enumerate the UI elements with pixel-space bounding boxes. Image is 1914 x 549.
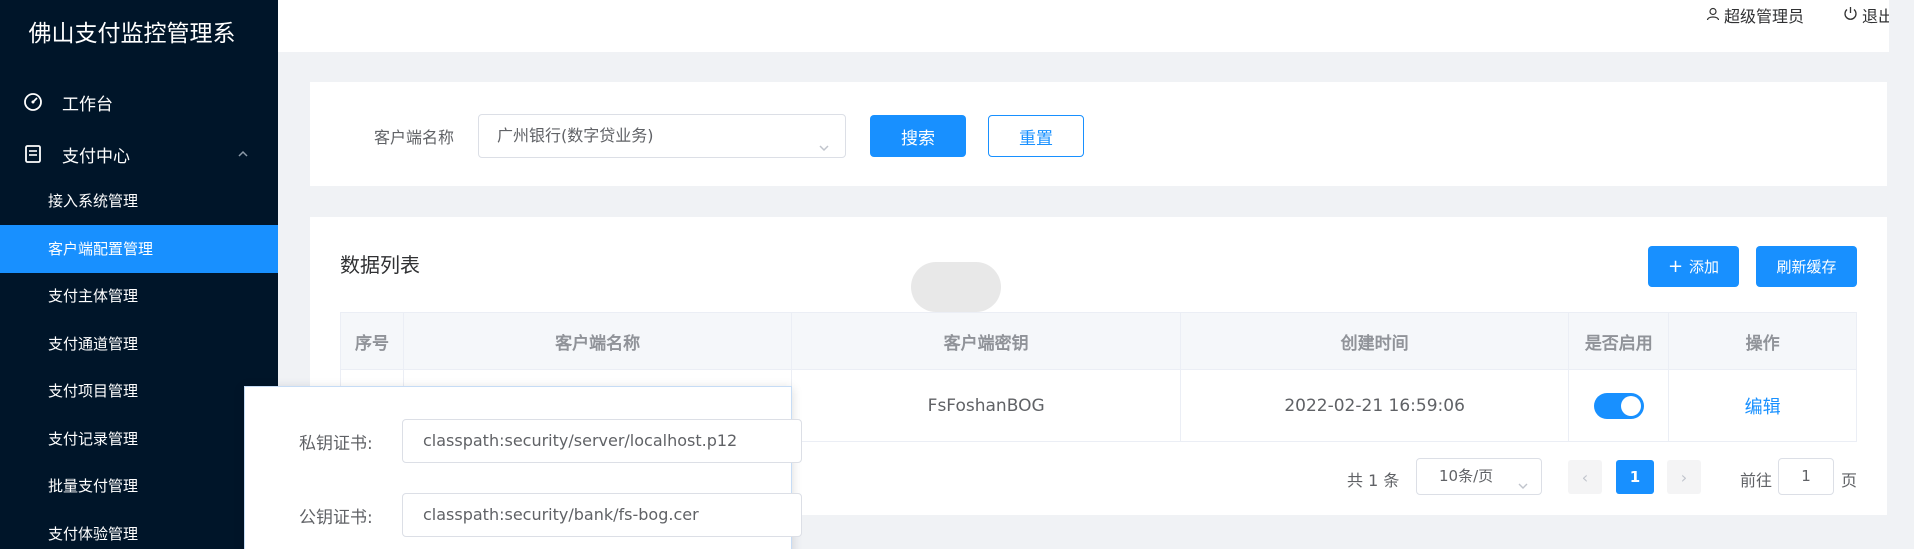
add-button[interactable]: + 添加 [1648, 246, 1739, 287]
chevron-down-icon [817, 129, 831, 171]
row-enabled-cell [1569, 370, 1670, 441]
app-title: 佛山支付监控管理系 [28, 21, 236, 47]
edit-link[interactable]: 编辑 [1745, 393, 1781, 419]
sidebar-item-payment-channel[interactable]: 支付通道管理 [0, 320, 278, 368]
prev-page-button[interactable]: ‹ [1568, 460, 1602, 494]
sidebar-item-payment-project[interactable]: 支付项目管理 [0, 367, 278, 415]
chevron-right-icon: › [1680, 467, 1688, 487]
public-cert-label: 公钥证书: [299, 508, 373, 528]
client-name-selected: 广州银行(数字贷业务) [497, 126, 654, 145]
power-icon [1843, 6, 1858, 25]
chevron-left-icon: ‹ [1581, 467, 1589, 487]
sidebar-item-payment-experience[interactable]: 支付体验管理 [0, 510, 278, 549]
page-suffix-label: 页 [1841, 471, 1858, 490]
document-icon [22, 143, 44, 165]
sidebar-item-access-system[interactable]: 接入系统管理 [0, 177, 278, 225]
column-header: 是否启用 [1569, 313, 1670, 369]
row-actions: 编辑 [1669, 370, 1856, 441]
sidebar-item-batch-payment[interactable]: 批量支付管理 [0, 462, 278, 510]
chevron-up-icon [236, 146, 250, 166]
row-created-time: 2022-02-21 16:59:06 [1181, 370, 1570, 441]
private-cert-label: 私钥证书: [299, 434, 373, 454]
top-header: 超级管理员 退出 [278, 0, 1914, 52]
chevron-down-icon [1517, 470, 1529, 505]
user-menu[interactable]: 超级管理员 [1706, 3, 1804, 27]
loading-indicator [911, 262, 1001, 312]
sidebar-item-payment-center[interactable]: 支付中心 [0, 130, 278, 178]
client-name-label: 客户端名称 [374, 128, 455, 147]
page-number-current[interactable]: 1 [1616, 460, 1654, 494]
goto-label: 前往 [1740, 471, 1773, 490]
page-size-value: 10条/页 [1439, 467, 1494, 485]
private-cert-field[interactable]: classpath:security/server/localhost.p12 [402, 419, 802, 463]
column-header: 操作 [1745, 333, 1780, 354]
plus-icon: + [1667, 255, 1684, 277]
column-header: 客户端名称 [404, 313, 793, 369]
column-header: 客户端密钥 [792, 313, 1181, 369]
user-name: 超级管理员 [1723, 7, 1804, 26]
add-button-label: 添加 [1689, 258, 1720, 276]
page-size-select[interactable]: 10条/页 [1416, 458, 1542, 495]
refresh-cache-button[interactable]: 刷新缓存 [1756, 246, 1857, 287]
column-header: 创建时间 [1181, 313, 1570, 369]
page-edge [1889, 0, 1914, 549]
sidebar-item-dashboard[interactable]: 工作台 [0, 78, 278, 126]
search-panel: 客户端名称 广州银行(数字贷业务) 搜索 重置 [310, 82, 1887, 186]
logout-button[interactable]: 退出 [1843, 3, 1894, 27]
sidebar-item-label: 工作台 [62, 94, 113, 115]
dashboard-icon [22, 91, 44, 113]
sidebar-item-payment-entity[interactable]: 支付主体管理 [0, 272, 278, 320]
user-icon [1706, 6, 1720, 25]
sidebar-item-payment-records[interactable]: 支付记录管理 [0, 415, 278, 463]
table-header: 序号 客户端名称 客户端密钥 创建时间 是否启用 操作 [340, 312, 1857, 370]
sidebar: 佛山支付监控管理系 工作台 支付中心 接入系统管理 客户端配置管理 支付主体管理… [0, 0, 278, 549]
column-header: 序号 [341, 313, 404, 369]
client-name-select[interactable]: 广州银行(数字贷业务) [478, 114, 846, 158]
public-cert-field[interactable]: classpath:security/bank/fs-bog.cer [402, 493, 802, 537]
sidebar-item-client-config[interactable]: 客户端配置管理 [0, 225, 278, 273]
reset-button[interactable]: 重置 [988, 115, 1084, 157]
certificate-dialog: 私钥证书: classpath:security/server/localhos… [244, 386, 802, 549]
sidebar-item-label: 支付中心 [62, 146, 130, 167]
search-button[interactable]: 搜索 [870, 115, 966, 157]
pagination-total: 共 1 条 [1347, 471, 1400, 490]
enabled-toggle[interactable] [1593, 392, 1644, 419]
row-client-key: FsFoshanBOG [792, 370, 1181, 441]
next-page-button[interactable]: › [1667, 460, 1701, 494]
goto-page-input[interactable]: 1 [1778, 458, 1834, 495]
data-list-title: 数据列表 [340, 253, 420, 277]
